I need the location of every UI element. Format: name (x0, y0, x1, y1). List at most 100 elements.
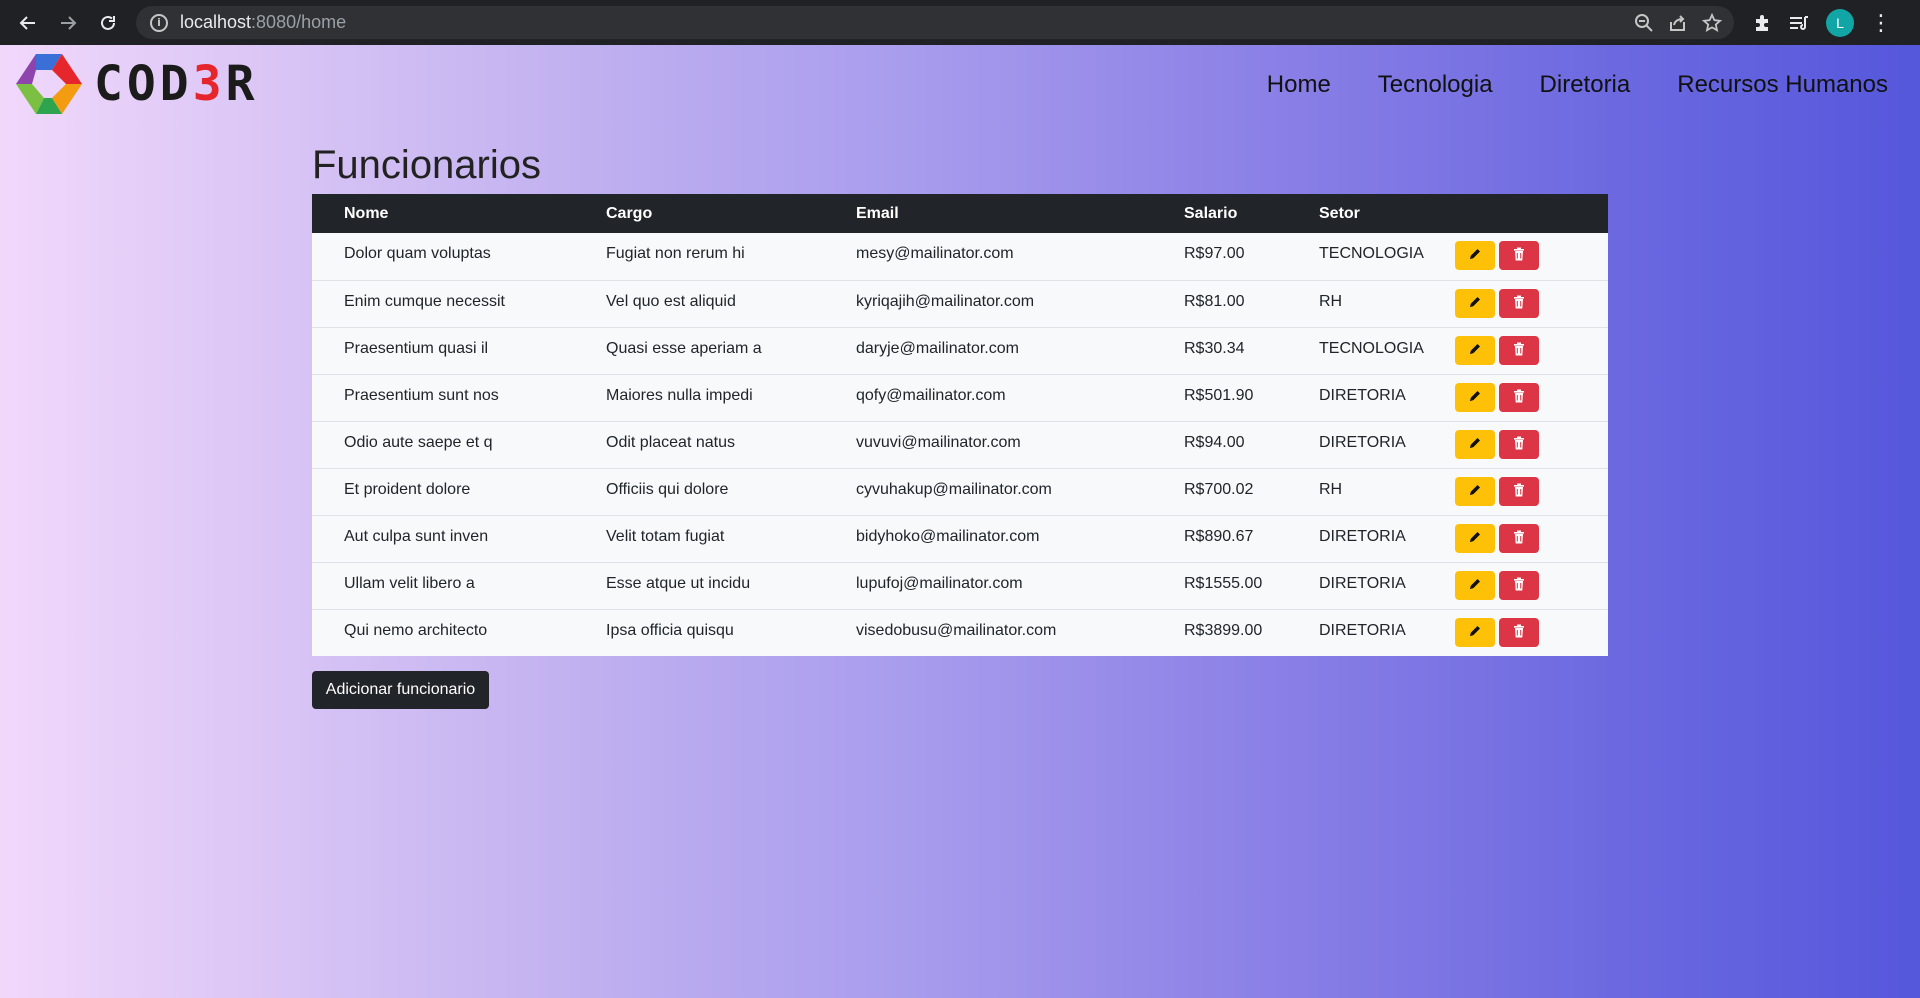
delete-button[interactable] (1499, 335, 1539, 365)
cell-nome: Aut culpa sunt inven (344, 527, 489, 545)
cell-cargo: Esse atque ut incidu (606, 574, 751, 592)
profile-avatar[interactable]: L (1826, 8, 1854, 37)
brand-logo[interactable]: COD3R (14, 52, 259, 116)
edit-button[interactable] (1455, 382, 1495, 412)
edit-button[interactable] (1455, 335, 1495, 365)
trash-icon (1513, 247, 1525, 264)
cell-nome: Qui nemo architecto (344, 621, 488, 639)
cell-cargo: Ipsa officia quisqu (606, 621, 734, 639)
cell-email: mesy@mailinator.com (856, 245, 1014, 262)
delete-button[interactable] (1499, 570, 1539, 600)
edit-button[interactable] (1455, 523, 1495, 553)
header-actions (1455, 194, 1608, 233)
header-salario: Salario (1152, 194, 1287, 233)
edit-button[interactable] (1455, 617, 1495, 647)
pencil-icon (1468, 295, 1482, 312)
brand-wordmark-accent: 3 (192, 56, 226, 112)
table-header-row: Nome Cargo Email Salario Setor (312, 194, 1608, 233)
reading-list-icon[interactable] (1788, 13, 1810, 33)
header-email: Email (824, 194, 1152, 233)
pencil-icon (1468, 624, 1482, 641)
cell-nome: Praesentium quasi il (344, 339, 489, 357)
bookmark-star-icon[interactable] (1702, 12, 1722, 33)
cell-setor: TECNOLOGIA (1319, 245, 1424, 262)
delete-button[interactable] (1499, 429, 1539, 459)
cell-email: vuvuvi@mailinator.com (856, 433, 1021, 451)
cell-actions (1455, 374, 1608, 421)
pencil-icon (1468, 247, 1482, 264)
nav-diretoria[interactable]: Diretoria (1540, 71, 1631, 99)
cell-salario: R$501.90 (1184, 386, 1254, 404)
cell-actions (1455, 233, 1608, 280)
cell-setor: RH (1319, 480, 1343, 498)
share-icon[interactable] (1668, 13, 1688, 33)
employees-table-container: Nome Cargo Email Salario Setor Dolor qua… (312, 194, 1608, 656)
cell-actions (1455, 515, 1608, 562)
edit-button[interactable] (1455, 288, 1495, 318)
cell-cargo: Velit totam fugiat (606, 527, 725, 545)
table-body: Dolor quam voluptas Fugiat non rerum hi me… (312, 233, 1608, 656)
edit-button[interactable] (1455, 241, 1495, 270)
cell-actions (1455, 327, 1608, 374)
trash-icon (1513, 436, 1525, 453)
cell-nome: Enim cumque necessit (344, 292, 505, 310)
delete-button[interactable] (1499, 476, 1539, 506)
delete-button[interactable] (1499, 382, 1539, 412)
browser-menu-icon[interactable]: ⋮ (1870, 11, 1892, 34)
delete-button[interactable] (1499, 523, 1539, 553)
cell-salario: R$890.67 (1184, 527, 1254, 545)
cell-actions (1455, 562, 1608, 609)
trash-icon (1513, 577, 1525, 594)
reload-button[interactable] (88, 3, 128, 43)
trash-icon (1513, 483, 1525, 500)
edit-button[interactable] (1455, 476, 1495, 506)
cell-setor: DIRETORIA (1319, 621, 1406, 639)
cell-salario: R$97.00 (1184, 245, 1245, 262)
pencil-icon (1468, 483, 1482, 500)
edit-button[interactable] (1455, 570, 1495, 600)
cell-cargo: Quasi esse aperiam a (606, 339, 762, 357)
address-bar[interactable]: i localhost:8080/home (136, 6, 1734, 39)
back-button[interactable] (8, 3, 48, 43)
cell-email: cyvuhakup@mailinator.com (856, 480, 1052, 498)
table-row: Ullam velit libero a Esse atque ut incidu… (312, 562, 1608, 609)
brand-wordmark-suffix: R (225, 56, 259, 112)
cell-salario: R$81.00 (1184, 292, 1245, 310)
extensions-icon[interactable] (1752, 13, 1772, 33)
table-row: Aut culpa sunt inven Velit totam fugiat bi… (312, 515, 1608, 562)
cell-cargo: Officiis qui dolore (606, 480, 729, 498)
arrow-left-icon (19, 15, 35, 30)
cell-cargo: Vel quo est aliquid (606, 292, 736, 310)
nav-recursos-humanos[interactable]: Recursos Humanos (1677, 71, 1888, 99)
table-row: Dolor quam voluptas Fugiat non rerum hi me… (312, 233, 1608, 280)
table-row: Et proident dolore Officiis qui dolore cyv… (312, 468, 1608, 515)
cell-salario: R$1555.00 (1184, 574, 1263, 592)
cell-setor: DIRETORIA (1319, 386, 1406, 404)
header-nome: Nome (312, 194, 574, 233)
trash-icon (1513, 295, 1525, 312)
add-employee-button[interactable]: Adicionar funcionario (312, 671, 489, 709)
cell-cargo: Fugiat non rerum hi (606, 245, 745, 262)
nav-home[interactable]: Home (1267, 71, 1331, 99)
pencil-icon (1468, 436, 1482, 453)
cell-actions (1455, 280, 1608, 327)
reload-icon (101, 15, 115, 30)
cell-nome: Odio aute saepe et q (344, 433, 493, 451)
nav-tecnologia[interactable]: Tecnologia (1378, 71, 1493, 99)
table-row: Praesentium quasi il Quasi esse aperiam a… (312, 327, 1608, 374)
cell-salario: R$700.02 (1184, 480, 1254, 498)
cell-email: daryje@mailinator.com (856, 339, 1019, 357)
brand-wordmark: COD3R (94, 56, 259, 112)
cell-cargo: Odit placeat natus (606, 433, 735, 451)
edit-button[interactable] (1455, 429, 1495, 459)
pencil-icon (1468, 530, 1482, 547)
forward-button[interactable] (48, 3, 88, 43)
site-info-icon[interactable]: i (150, 13, 168, 32)
header-setor: Setor (1287, 194, 1455, 233)
trash-icon (1513, 530, 1525, 547)
cell-setor: DIRETORIA (1319, 574, 1406, 592)
delete-button[interactable] (1499, 241, 1539, 270)
delete-button[interactable] (1499, 288, 1539, 318)
zoom-icon[interactable] (1634, 13, 1654, 33)
delete-button[interactable] (1499, 617, 1539, 647)
